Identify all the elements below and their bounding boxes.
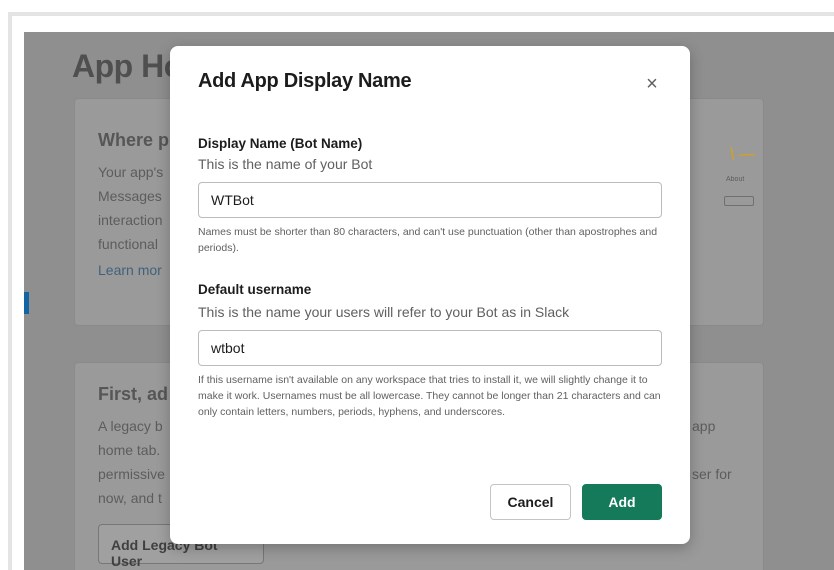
default-username-help: If this username isn't available on any … (198, 374, 661, 418)
legacy-bot-card-line: A legacy b (98, 418, 163, 434)
legacy-bot-card-line: permissive (98, 466, 165, 482)
legacy-bot-card-heading: First, ad (98, 384, 169, 404)
features-card-line: interaction (98, 212, 163, 228)
dialog-title: Add App Display Name (198, 70, 412, 92)
add-app-display-name-dialog: Add App Display Name × Display Name (Bot… (170, 46, 690, 544)
features-card-line: Messages (98, 188, 162, 204)
add-button[interactable]: Add (582, 484, 662, 520)
legacy-bot-card-line-right: app (692, 418, 716, 434)
display-name-label: Display Name (Bot Name) (198, 136, 363, 151)
legacy-bot-card-line-right: ser for (692, 466, 732, 482)
frame-border-left (8, 12, 12, 570)
display-name-help: Names must be shorter than 80 characters… (198, 226, 658, 254)
frame-border-top (10, 12, 834, 16)
legacy-bot-card-line: home tab. (98, 442, 161, 458)
features-card-heading: Where p (98, 130, 170, 150)
window: App Ho Where p Your app's Messages inter… (0, 0, 834, 570)
learn-more-link[interactable]: Learn mor (98, 262, 162, 278)
illustration-box (724, 196, 754, 206)
default-username-label: Default username (198, 282, 312, 297)
page-title: App Ho (72, 48, 183, 84)
features-card-line: Your app's (98, 164, 164, 180)
illustration-label: About (726, 176, 745, 183)
legacy-bot-card-line: now, and t (98, 490, 162, 506)
default-username-input[interactable] (198, 330, 662, 366)
sparkle-icon: \ — (730, 146, 755, 163)
sidebar-active-indicator (24, 292, 29, 314)
close-icon[interactable]: × (640, 72, 664, 96)
display-name-description: This is the name of your Bot (198, 156, 373, 172)
features-card-line: functional (98, 236, 158, 252)
display-name-input[interactable] (198, 182, 662, 218)
default-username-description: This is the name your users will refer t… (198, 304, 570, 320)
cancel-button[interactable]: Cancel (490, 484, 571, 520)
